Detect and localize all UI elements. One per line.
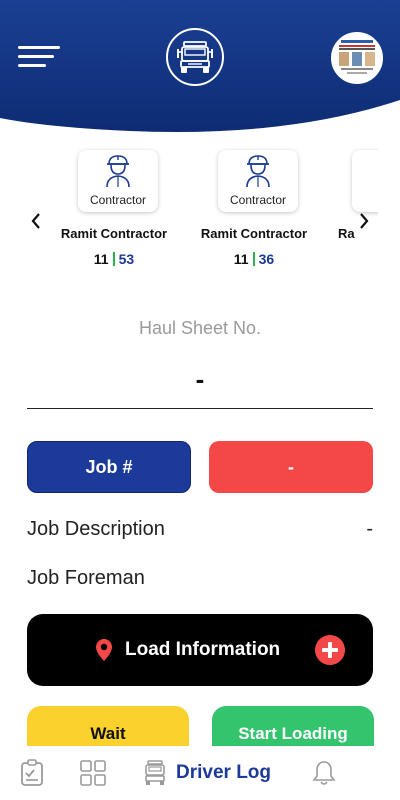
job-foreman-row: Job Foreman <box>27 567 373 590</box>
job-description-label: Job Description <box>27 518 165 540</box>
nav-driver-log-label: Driver Log <box>176 762 272 783</box>
count-separator <box>252 252 255 266</box>
nav-notifications[interactable] <box>312 758 336 788</box>
carousel-next-button[interactable] <box>356 210 372 232</box>
haul-sheet-value[interactable]: - <box>0 364 400 395</box>
worker-icon <box>246 155 270 188</box>
count-primary: 11 <box>93 251 109 267</box>
contractor-carousel: Contractor Ramit Contractor 11 53 Contrac… <box>0 148 400 278</box>
job-foreman-label: Job Foreman <box>27 567 145 589</box>
load-information-button[interactable]: Load Information <box>27 614 373 686</box>
bell-icon <box>312 761 336 785</box>
location-pin-icon <box>96 639 112 661</box>
contractor-tile <box>352 150 378 212</box>
job-number-value-button[interactable]: - <box>209 441 373 493</box>
app-header <box>0 0 400 150</box>
contractor-role: Contractor <box>89 193 147 207</box>
haul-sheet-label: Haul Sheet No. <box>138 318 262 338</box>
job-description-row: Job Description - <box>27 518 373 541</box>
contractor-name: Ramit Contractor <box>60 226 168 241</box>
contractor-role: Contractor <box>229 193 287 207</box>
plus-circle-icon[interactable] <box>315 635 345 665</box>
contractor-counts: 11 36 <box>184 251 324 267</box>
contractor-counts: 11 53 <box>44 251 184 267</box>
job-number-button[interactable]: Job # <box>27 441 191 493</box>
nav-dashboard[interactable] <box>79 758 107 788</box>
count-secondary: 53 <box>118 251 135 267</box>
chevron-left-icon <box>31 213 40 229</box>
contractor-tile: Contractor <box>78 150 158 212</box>
avatar-image <box>333 34 381 82</box>
worker-icon <box>106 155 130 188</box>
bottom-navigation: Driver Log <box>0 746 400 800</box>
contractor-tile: Contractor <box>218 150 298 212</box>
count-separator <box>112 252 115 266</box>
carousel-prev-button[interactable] <box>28 210 44 232</box>
profile-avatar[interactable] <box>331 32 383 84</box>
menu-button[interactable] <box>18 44 60 70</box>
chevron-right-icon <box>360 213 369 229</box>
contractor-card[interactable]: Contractor Ramit Contractor 11 36 <box>184 148 324 278</box>
truck-front-icon <box>145 760 165 785</box>
truck-icon <box>166 28 224 86</box>
dashboard-grid-icon <box>80 760 106 786</box>
contractor-card[interactable]: Contractor Ramit Contractor 11 53 <box>44 148 184 278</box>
clipboard-check-icon <box>21 759 43 786</box>
count-secondary: 36 <box>258 251 275 267</box>
hamburger-menu-icon <box>18 46 60 49</box>
haul-sheet-underline <box>27 408 373 409</box>
load-information-label: Load Information <box>125 639 281 660</box>
contractor-name: Ramit Contractor <box>200 226 308 241</box>
nav-driver-log[interactable]: Driver Log <box>143 758 271 788</box>
count-primary: 11 <box>233 251 249 267</box>
nav-checklist[interactable] <box>20 758 44 788</box>
job-description-value: - <box>366 518 373 540</box>
